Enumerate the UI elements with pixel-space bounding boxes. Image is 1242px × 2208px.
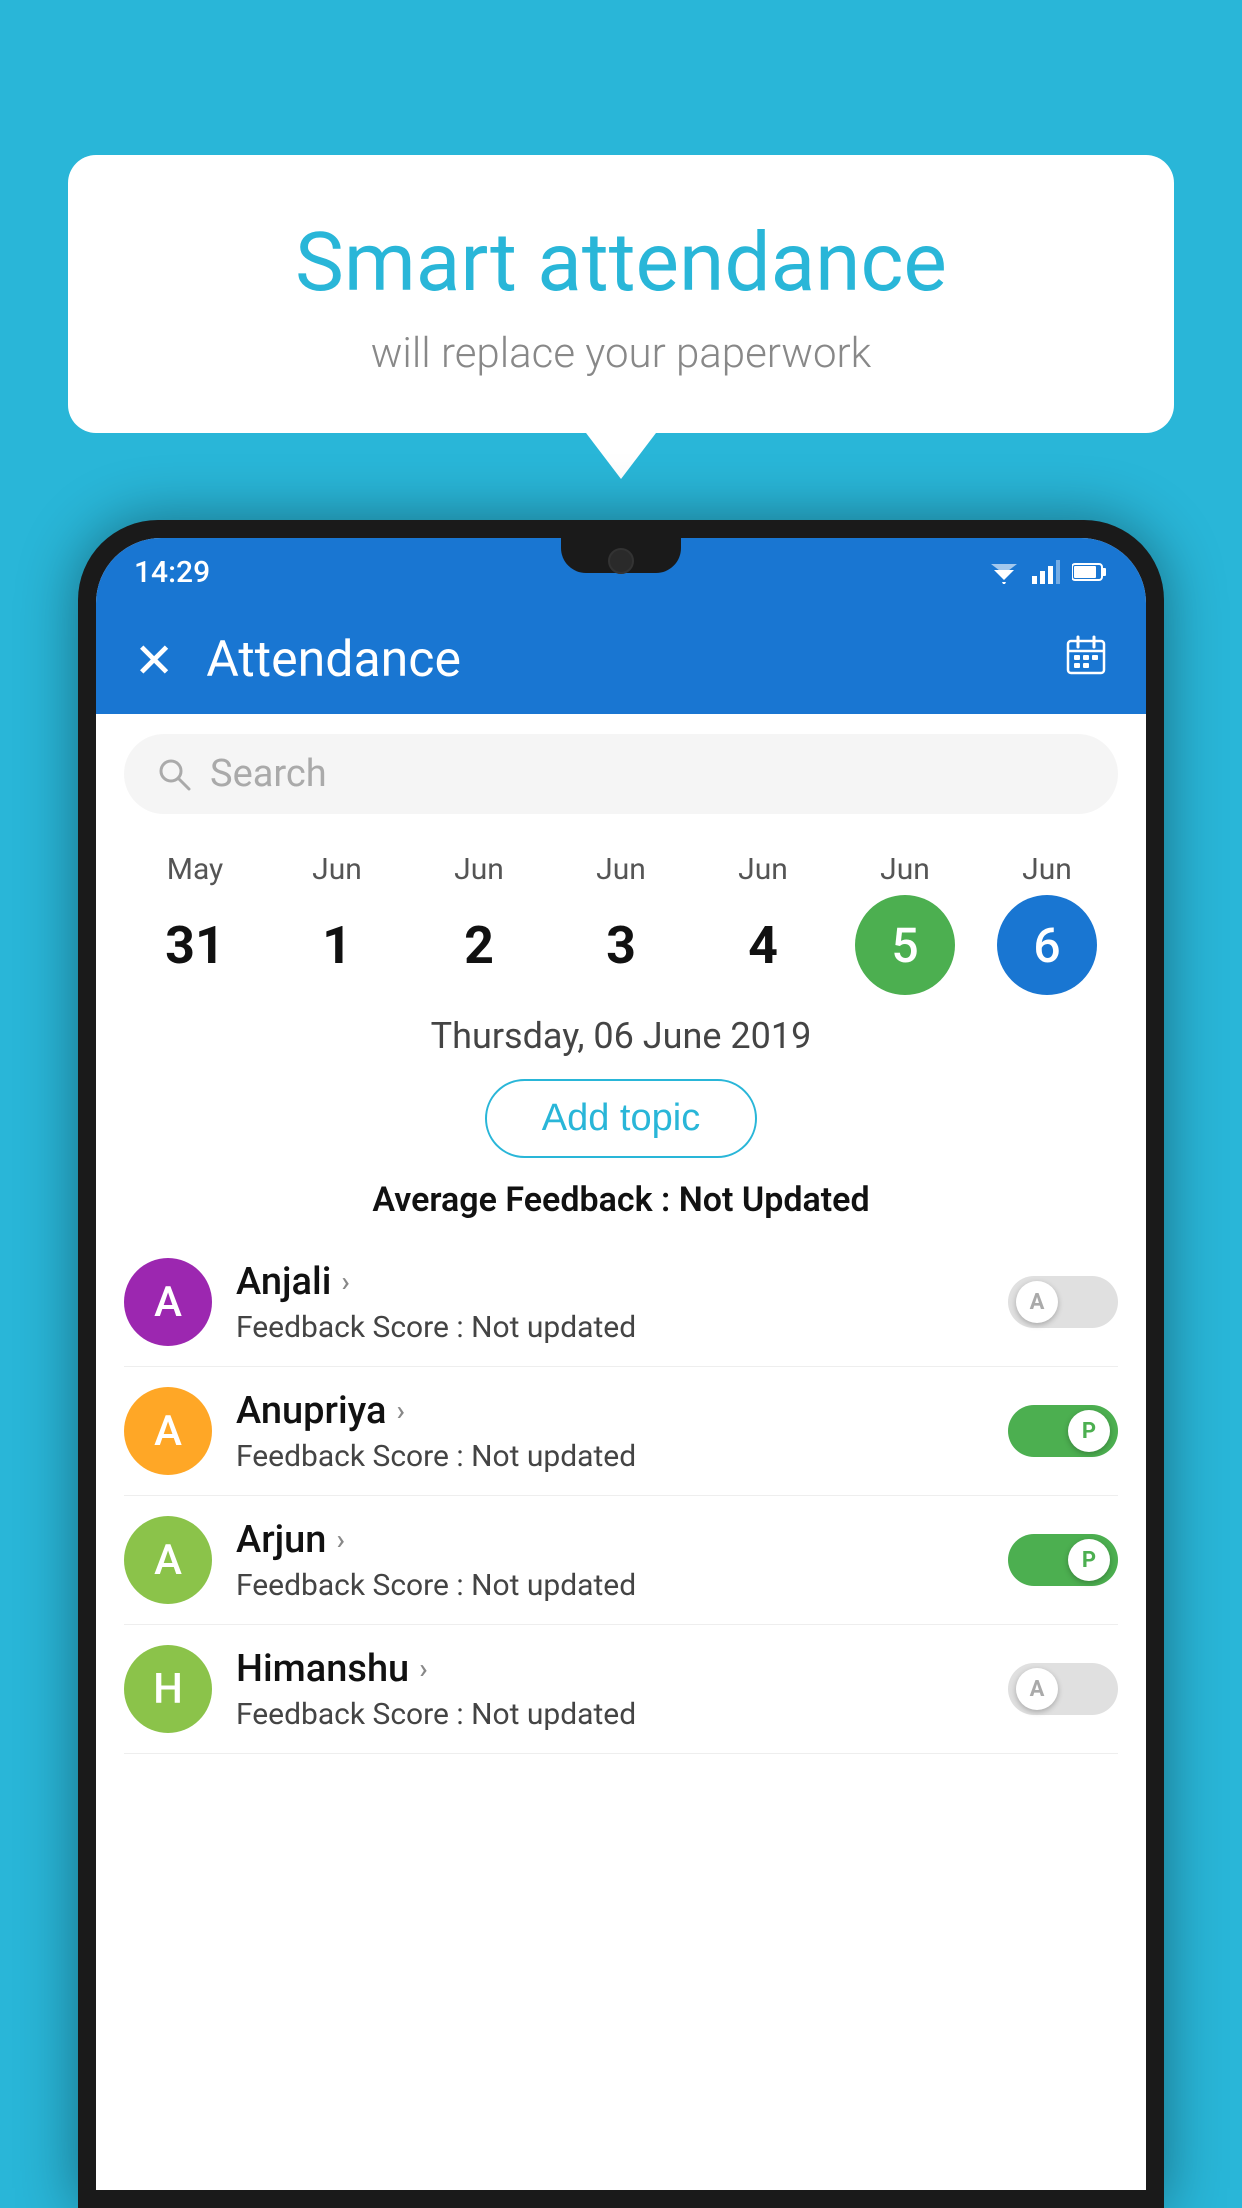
student-name-text: Anjali: [236, 1260, 331, 1304]
app-bar-title: Attendance: [206, 631, 1064, 689]
phone-frame: 14:29: [78, 520, 1164, 2208]
toggle-container[interactable]: P: [1008, 1534, 1118, 1586]
avg-feedback: Average Feedback : Not Updated: [96, 1180, 1146, 1220]
toggle-container[interactable]: A: [1008, 1276, 1118, 1328]
student-item: A Arjun › Feedback Score : Not updated P: [124, 1496, 1118, 1625]
student-avatar: A: [124, 1387, 212, 1475]
student-info: Arjun › Feedback Score : Not updated: [236, 1518, 1008, 1603]
student-name-text: Anupriya: [236, 1389, 386, 1433]
student-item: A Anupriya › Feedback Score : Not updated P: [124, 1367, 1118, 1496]
calendar-icon[interactable]: [1064, 633, 1108, 687]
student-name-text: Himanshu: [236, 1647, 409, 1691]
feedback-label: Feedback Score :: [236, 1439, 471, 1474]
date-column[interactable]: Jun 2: [424, 852, 534, 995]
speech-bubble-subtitle: will replace your paperwork: [118, 329, 1124, 378]
date-column[interactable]: May 31: [140, 852, 250, 995]
speech-bubble: Smart attendance will replace your paper…: [68, 155, 1174, 433]
wifi-icon: [988, 560, 1020, 584]
date-number[interactable]: 31: [145, 895, 245, 995]
feedback-label: Feedback Score :: [236, 1310, 471, 1345]
toggle-container[interactable]: A: [1008, 1663, 1118, 1715]
toggle-container[interactable]: P: [1008, 1405, 1118, 1457]
date-number[interactable]: 2: [429, 895, 529, 995]
student-list: AAnjali›Feedback Score : Not updatedAAAn…: [96, 1238, 1146, 1754]
signal-icon: [1032, 560, 1060, 584]
toggle-knob: A: [1016, 1668, 1058, 1710]
date-strip: May 31 Jun 1 Jun 2 Jun 3 Jun 4 Jun 5 Jun 6: [96, 834, 1146, 995]
student-avatar: A: [124, 1516, 212, 1604]
chevron-right-icon: ›: [419, 1652, 427, 1685]
search-input[interactable]: Search: [210, 752, 327, 796]
student-info: Anjali › Feedback Score : Not updated: [236, 1260, 1008, 1345]
chevron-right-icon: ›: [336, 1523, 344, 1556]
date-number[interactable]: 1: [287, 895, 387, 995]
date-number[interactable]: 6: [997, 895, 1097, 995]
date-column[interactable]: Jun 4: [708, 852, 818, 995]
date-month-label: May: [167, 852, 223, 887]
date-month-label: Jun: [738, 852, 788, 887]
feedback-value: Not updated: [471, 1697, 636, 1732]
toggle-knob: A: [1016, 1281, 1058, 1323]
attendance-toggle[interactable]: P: [1008, 1534, 1118, 1586]
date-month-label: Jun: [454, 852, 504, 887]
date-number[interactable]: 3: [571, 895, 671, 995]
battery-icon: [1072, 562, 1108, 582]
date-number[interactable]: 5: [855, 895, 955, 995]
phone-camera: [608, 548, 634, 574]
close-button[interactable]: ✕: [134, 632, 174, 689]
date-column[interactable]: Jun 6: [992, 852, 1102, 995]
attendance-toggle[interactable]: A: [1008, 1663, 1118, 1715]
app-bar: ✕ Attendance: [96, 606, 1146, 714]
date-month-label: Jun: [880, 852, 930, 887]
student-info: Anupriya › Feedback Score : Not updated: [236, 1389, 1008, 1474]
chevron-right-icon: ›: [341, 1265, 349, 1298]
toggle-knob: P: [1068, 1410, 1110, 1452]
selected-date-label: Thursday, 06 June 2019: [96, 1015, 1146, 1057]
student-name-text: Arjun: [236, 1518, 326, 1562]
feedback-value: Not updated: [471, 1439, 636, 1474]
chevron-right-icon: ›: [396, 1394, 404, 1427]
attendance-toggle[interactable]: A: [1008, 1276, 1118, 1328]
date-column[interactable]: Jun 3: [566, 852, 676, 995]
speech-bubble-title: Smart attendance: [118, 215, 1124, 311]
student-info: Himanshu › Feedback Score : Not updated: [236, 1647, 1008, 1732]
student-avatar: H: [124, 1645, 212, 1733]
feedback-label: Feedback Score :: [236, 1568, 471, 1603]
date-month-label: Jun: [1022, 852, 1072, 887]
date-number[interactable]: 4: [713, 895, 813, 995]
add-topic-button[interactable]: Add topic: [485, 1079, 757, 1158]
date-column[interactable]: Jun 1: [282, 852, 392, 995]
search-bar[interactable]: Search: [124, 734, 1118, 814]
toggle-knob: P: [1068, 1539, 1110, 1581]
feedback-value: Not updated: [471, 1310, 636, 1345]
student-avatar: A: [124, 1258, 212, 1346]
status-icons: [988, 560, 1108, 584]
date-month-label: Jun: [596, 852, 646, 887]
feedback-label: Feedback Score :: [236, 1697, 471, 1732]
feedback-value: Not updated: [471, 1568, 636, 1603]
attendance-toggle[interactable]: P: [1008, 1405, 1118, 1457]
phone-screen: 14:29: [96, 538, 1146, 2190]
date-column[interactable]: Jun 5: [850, 852, 960, 995]
student-item: A Anjali › Feedback Score : Not updated A: [124, 1238, 1118, 1367]
status-time: 14:29: [134, 555, 210, 590]
search-icon: [156, 756, 192, 792]
date-month-label: Jun: [312, 852, 362, 887]
student-item: H Himanshu › Feedback Score : Not updated A: [124, 1625, 1118, 1754]
